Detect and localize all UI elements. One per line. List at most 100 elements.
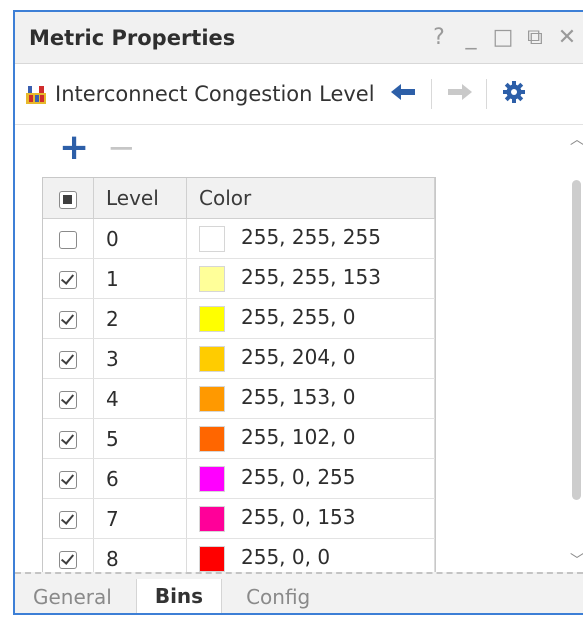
help-button[interactable]: ? (423, 25, 455, 50)
level-cell: 0 (93, 218, 187, 259)
table-row[interactable]: 0 255, 255, 255 (43, 218, 435, 259)
select-all-cell (43, 178, 94, 219)
color-value: 255, 0, 0 (241, 545, 331, 570)
row-checkbox-cell (43, 378, 94, 419)
row-checkbox[interactable] (59, 511, 77, 529)
row-checkbox-cell (43, 258, 94, 299)
column-header-level[interactable]: Level (93, 178, 187, 219)
color-value: 255, 0, 153 (241, 505, 356, 530)
table-row[interactable]: 8 255, 0, 0 (43, 538, 435, 573)
color-cell[interactable]: 255, 204, 0 (186, 338, 435, 379)
color-cell[interactable]: 255, 102, 0 (186, 418, 435, 459)
table-row[interactable]: 5 255, 102, 0 (43, 418, 435, 459)
scroll-down-icon[interactable]: ﹀ (570, 550, 583, 570)
level-cell: 5 (93, 418, 187, 459)
vertical-scrollbar[interactable]: ︿ ﹀ (568, 125, 583, 573)
color-cell[interactable]: 255, 255, 153 (186, 258, 435, 299)
metric-toolbar: Interconnect Congestion Level (15, 64, 583, 125)
color-cell[interactable]: 255, 0, 255 (186, 458, 435, 499)
arrow-left-icon (390, 84, 415, 100)
color-value: 255, 204, 0 (241, 345, 356, 370)
remove-bin-button[interactable]: − (107, 131, 136, 165)
color-swatch[interactable] (199, 425, 225, 452)
close-button[interactable]: ✕ (551, 25, 583, 50)
toolbar-separator (430, 79, 432, 109)
bins-panel: + − Level Color 0 255, 255, 255 1 255, 255,… (15, 125, 583, 573)
table-header: Level Color (43, 178, 435, 219)
color-value: 255, 255, 255 (241, 225, 381, 250)
back-button[interactable] (385, 83, 423, 105)
settings-button[interactable] (495, 80, 533, 108)
scroll-up-icon[interactable]: ︿ (570, 129, 583, 149)
row-checkbox[interactable] (59, 551, 77, 569)
table-row[interactable]: 3 255, 204, 0 (43, 338, 435, 379)
bins-table-body: 0 255, 255, 255 1 255, 255, 153 2 255, 255, 0… (43, 218, 435, 573)
float-button[interactable]: ⧉ (519, 25, 551, 50)
row-checkbox[interactable] (59, 471, 77, 489)
maximize-button[interactable]: □ (487, 25, 519, 50)
color-swatch[interactable] (199, 305, 225, 332)
row-checkbox-cell (43, 498, 94, 539)
row-checkbox-cell (43, 458, 94, 499)
color-swatch[interactable] (199, 385, 225, 412)
tab-bins[interactable]: Bins (135, 579, 223, 613)
row-checkbox-cell (43, 338, 94, 379)
table-row[interactable]: 6 255, 0, 255 (43, 458, 435, 499)
metric-name: Interconnect Congestion Level (55, 82, 375, 106)
color-swatch[interactable] (199, 465, 225, 492)
level-cell: 6 (93, 458, 187, 499)
color-swatch[interactable] (199, 265, 225, 292)
title-bar: Metric Properties ? _ □ ⧉ ✕ (15, 12, 583, 64)
color-cell[interactable]: 255, 153, 0 (186, 378, 435, 419)
row-checkbox[interactable] (59, 391, 77, 409)
window-title: Metric Properties (29, 25, 236, 50)
table-row[interactable]: 1 255, 255, 153 (43, 258, 435, 299)
color-cell[interactable]: 255, 0, 153 (186, 498, 435, 539)
color-value: 255, 102, 0 (241, 425, 356, 450)
row-checkbox[interactable] (59, 271, 77, 289)
row-checkbox[interactable] (59, 231, 77, 249)
color-cell[interactable]: 255, 255, 255 (186, 218, 435, 259)
color-swatch[interactable] (199, 505, 225, 532)
color-cell[interactable]: 255, 0, 0 (186, 538, 435, 573)
row-checkbox-cell (43, 218, 94, 259)
toolbar-separator (485, 79, 487, 109)
add-bin-button[interactable]: + (59, 130, 89, 166)
level-cell: 3 (93, 338, 187, 379)
table-row[interactable]: 4 255, 153, 0 (43, 378, 435, 419)
color-value: 255, 255, 153 (241, 265, 381, 290)
tab-config[interactable]: Config (228, 580, 328, 614)
scrollbar-thumb[interactable] (572, 180, 581, 500)
panel-tabs: General Bins Config (15, 572, 583, 614)
color-value: 255, 0, 255 (241, 465, 356, 490)
row-checkbox-cell (43, 418, 94, 459)
color-value: 255, 255, 0 (241, 305, 356, 330)
row-checkbox-cell (43, 298, 94, 339)
bins-table: Level Color 0 255, 255, 255 1 255, 255, 153… (42, 177, 436, 573)
minimize-button[interactable]: _ (455, 25, 487, 50)
color-value: 255, 153, 0 (241, 385, 356, 410)
metric-properties-window: Metric Properties ? _ □ ⧉ ✕ Interconnect… (13, 10, 583, 615)
column-header-color[interactable]: Color (186, 178, 435, 219)
bin-actions: + − (59, 130, 136, 166)
level-cell: 2 (93, 298, 187, 339)
color-swatch[interactable] (199, 545, 225, 572)
color-cell[interactable]: 255, 255, 0 (186, 298, 435, 339)
heatmap-icon (26, 86, 46, 104)
row-checkbox[interactable] (59, 351, 77, 369)
gear-icon (502, 81, 525, 103)
level-cell: 8 (93, 538, 187, 573)
level-cell: 7 (93, 498, 187, 539)
table-row[interactable]: 7 255, 0, 153 (43, 498, 435, 539)
table-row[interactable]: 2 255, 255, 0 (43, 298, 435, 339)
tab-general[interactable]: General (15, 580, 130, 614)
row-checkbox[interactable] (59, 431, 77, 449)
row-checkbox[interactable] (59, 311, 77, 329)
forward-button[interactable] (440, 83, 478, 105)
level-cell: 1 (93, 258, 187, 299)
row-checkbox-cell (43, 538, 94, 573)
color-swatch[interactable] (199, 345, 225, 372)
color-swatch[interactable] (199, 225, 225, 252)
select-all-checkbox[interactable] (59, 190, 77, 209)
level-cell: 4 (93, 378, 187, 419)
